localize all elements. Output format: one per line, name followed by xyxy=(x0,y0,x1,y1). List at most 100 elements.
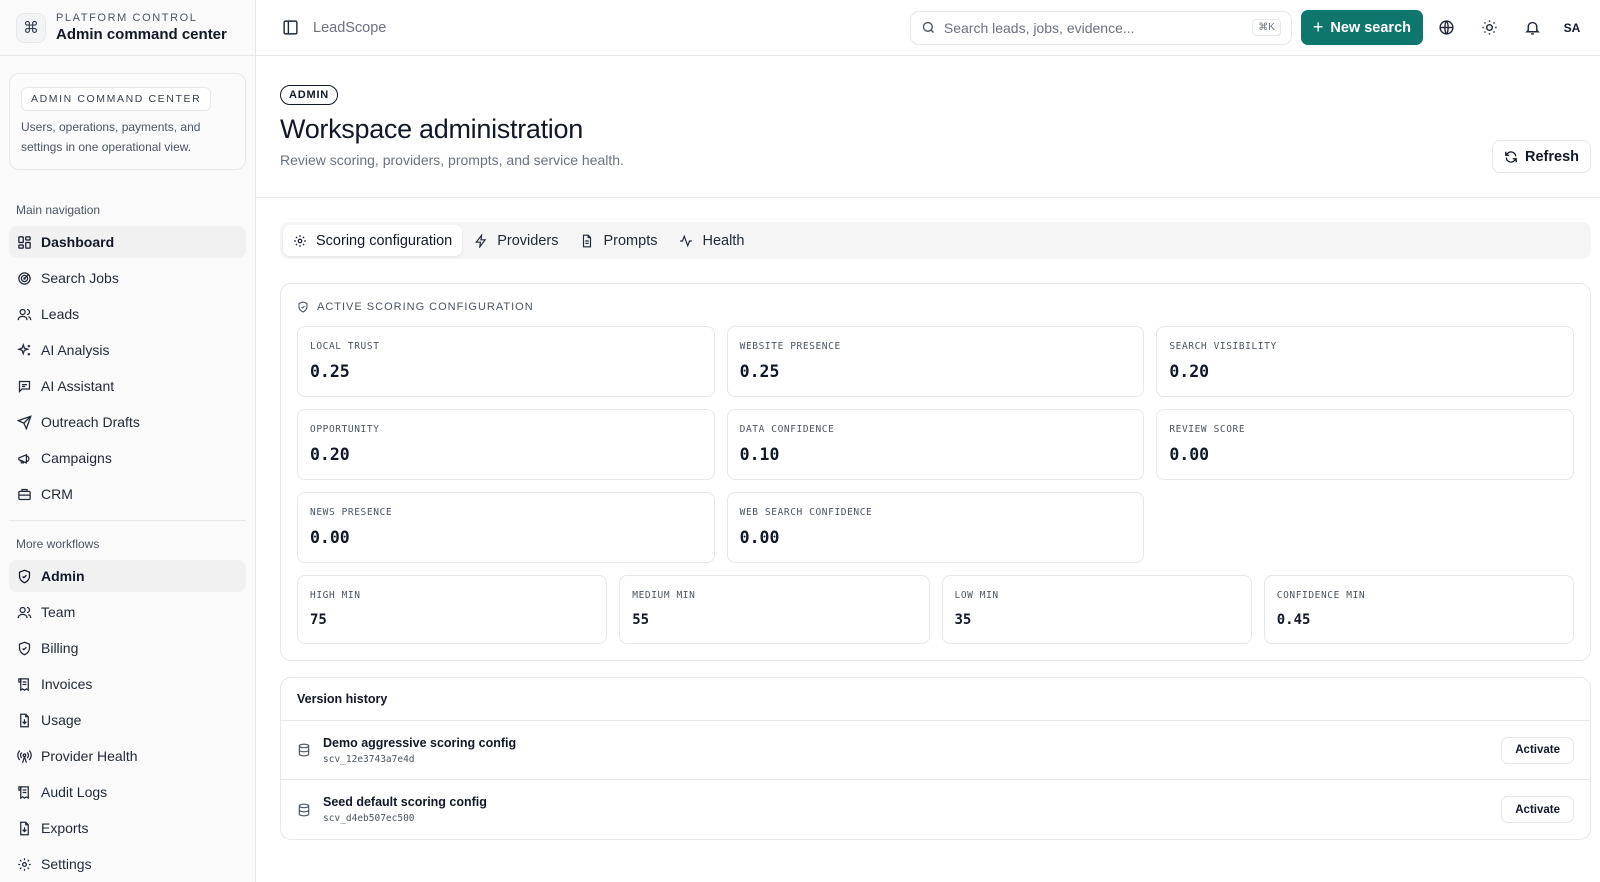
sidebar-item-label: Leads xyxy=(41,306,80,322)
sidebar-item-billing[interactable]: Billing xyxy=(9,632,246,664)
weights-grid: LOCAL TRUST 0.25 WEBSITE PRESENCE 0.25 S… xyxy=(297,326,1574,563)
radio-icon xyxy=(17,749,32,763)
brand-title: Admin command center xyxy=(56,26,227,43)
users-icon xyxy=(17,606,32,618)
sidebar-toggle-button[interactable] xyxy=(282,19,299,36)
refresh-label: Refresh xyxy=(1525,148,1579,165)
tile-value: 0.20 xyxy=(1169,362,1210,381)
tile-label: MEDIUM MIN xyxy=(632,590,696,601)
threshold-tile-confidence-min: CONFIDENCE MIN 0.45 xyxy=(1263,575,1574,644)
admin-badge: ADMIN xyxy=(280,85,339,105)
threshold-tile-low-min: LOW MIN 35 xyxy=(941,575,1252,644)
version-id: scv_12e3743a7e4d xyxy=(323,753,415,765)
tile-value: 0.45 xyxy=(1276,612,1311,628)
activate-button[interactable]: Activate xyxy=(1501,796,1574,823)
shield-check-icon xyxy=(298,301,308,313)
sidebar-item-label: Settings xyxy=(41,856,92,872)
avatar[interactable]: SA xyxy=(1558,21,1586,35)
admin-tabs: Scoring configuration Providers Prompts … xyxy=(280,222,1591,259)
tile-label: LOCAL TRUST xyxy=(310,341,380,352)
file-download-icon xyxy=(20,821,29,835)
sidebar-item-dashboard[interactable]: Dashboard xyxy=(9,226,246,258)
receipt-icon xyxy=(18,677,29,691)
sidebar-item-outreach-drafts[interactable]: Outreach Drafts xyxy=(9,406,246,438)
sidebar-item-label: Audit Logs xyxy=(41,784,108,800)
sidebar-item-invoices[interactable]: Invoices xyxy=(9,668,246,700)
sidebar-item-exports[interactable]: Exports xyxy=(9,812,246,844)
tab-label: Health xyxy=(702,232,745,249)
sidebar-item-label: Search Jobs xyxy=(41,270,119,286)
main-navigation-heading: Main navigation xyxy=(16,203,101,217)
globe-icon xyxy=(1438,20,1454,35)
active-scoring-card: ACTIVE SCORING CONFIGURATION LOCAL TRUST… xyxy=(280,283,1591,661)
tile-value: 0.25 xyxy=(310,362,350,381)
sidebar-item-label: Billing xyxy=(41,640,79,656)
bell-icon xyxy=(1524,21,1540,35)
search-input[interactable] xyxy=(943,19,1253,36)
database-icon xyxy=(298,803,310,816)
weight-tile-search-visibility: SEARCH VISIBILITY 0.20 xyxy=(1156,326,1574,397)
weight-tile-web-search-confidence: WEB SEARCH CONFIDENCE 0.00 xyxy=(726,492,1145,563)
notifications-button[interactable] xyxy=(1512,11,1552,45)
tab-prompts[interactable]: Prompts xyxy=(570,225,667,256)
sidebar-item-settings[interactable]: Settings xyxy=(9,848,246,880)
new-search-button[interactable]: + New search xyxy=(1300,10,1423,45)
tab-providers[interactable]: Providers xyxy=(464,225,568,256)
file-download-icon xyxy=(20,713,29,727)
activate-button[interactable]: Activate xyxy=(1501,736,1574,764)
sidebar-item-ai-analysis[interactable]: AI Analysis xyxy=(9,334,246,366)
sidebar-item-usage[interactable]: Usage xyxy=(9,704,246,736)
refresh-icon xyxy=(1505,150,1517,163)
tile-label: WEBSITE PRESENCE xyxy=(739,341,841,352)
weight-tile-local-trust: LOCAL TRUST 0.25 xyxy=(297,326,715,397)
nav-divider xyxy=(9,520,246,521)
gear-icon xyxy=(18,857,31,871)
scroll-icon xyxy=(18,785,29,799)
tile-label: WEB SEARCH CONFIDENCE xyxy=(739,507,873,518)
sidebar-item-label: Admin xyxy=(41,568,85,584)
tab-label: Prompts xyxy=(603,232,658,249)
tab-label: Providers xyxy=(497,232,559,249)
tab-label: Scoring configuration xyxy=(316,232,453,249)
main-content: ADMIN Workspace administration Review sc… xyxy=(256,56,1600,882)
sidebar-item-team[interactable]: Team xyxy=(9,596,246,628)
sidebar-item-ai-assistant[interactable]: AI Assistant xyxy=(9,370,246,402)
page-subtitle: Review scoring, providers, prompts, and … xyxy=(280,152,624,168)
sidebar-item-leads[interactable]: Leads xyxy=(9,298,246,330)
sidebar-item-admin[interactable]: Admin xyxy=(9,560,246,592)
global-search[interactable]: ⌘K xyxy=(909,10,1292,45)
theme-toggle-button[interactable] xyxy=(1469,11,1509,45)
tab-scoring-configuration[interactable]: Scoring configuration xyxy=(283,225,463,256)
briefcase-icon xyxy=(18,488,31,500)
activity-icon xyxy=(680,234,693,247)
version-row: Seed default scoring config scv_d4eb507e… xyxy=(281,780,1590,839)
sidebar-item-search-jobs[interactable]: Search Jobs xyxy=(9,262,246,294)
sidebar-item-label: Team xyxy=(41,604,76,620)
callout-pill: ADMIN COMMAND CENTER xyxy=(21,87,212,111)
tab-health[interactable]: Health xyxy=(669,225,754,256)
sidebar-item-label: AI Analysis xyxy=(41,342,110,358)
tile-label: HIGH MIN xyxy=(310,590,361,601)
sidebar-item-label: Dashboard xyxy=(41,234,115,250)
breadcrumb[interactable]: LeadScope xyxy=(313,20,386,36)
threshold-tile-medium-min: MEDIUM MIN 55 xyxy=(619,575,930,644)
brand-eyebrow: PLATFORM CONTROL xyxy=(56,12,198,24)
sidebar-item-label: Campaigns xyxy=(41,450,112,466)
tile-value: 55 xyxy=(632,612,650,628)
sidebar-item-audit-logs[interactable]: Audit Logs xyxy=(9,776,246,808)
command-icon: ⌘ xyxy=(16,12,46,43)
sidebar-item-campaigns[interactable]: Campaigns xyxy=(9,442,246,474)
tile-value: 0.20 xyxy=(310,445,350,464)
tile-value: 0.00 xyxy=(739,528,780,547)
tile-value: 0.25 xyxy=(739,362,780,381)
weight-tile-website-presence: WEBSITE PRESENCE 0.25 xyxy=(726,326,1145,397)
sidebar-item-label: Invoices xyxy=(41,676,93,692)
sidebar-item-provider-health[interactable]: Provider Health xyxy=(9,740,246,772)
version-row: Demo aggressive scoring config scv_12e37… xyxy=(281,721,1590,780)
sidebar-item-crm[interactable]: CRM xyxy=(9,478,246,510)
scoring-card-title-text: ACTIVE SCORING CONFIGURATION xyxy=(317,301,534,313)
refresh-button[interactable]: Refresh xyxy=(1492,140,1591,173)
tile-value: 0.00 xyxy=(310,528,350,547)
tile-value: 0.10 xyxy=(739,445,780,464)
language-button[interactable] xyxy=(1426,11,1466,45)
